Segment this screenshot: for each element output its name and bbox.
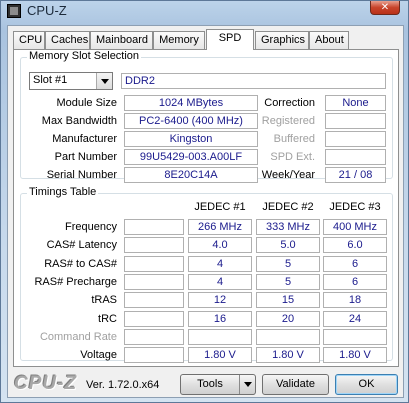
slot-select[interactable]: Slot #1 bbox=[29, 72, 113, 90]
registered-value bbox=[325, 113, 386, 129]
correction-label: Correction bbox=[264, 97, 315, 109]
timing-row-label: tRAS bbox=[91, 294, 117, 307]
validate-button[interactable]: Validate bbox=[262, 374, 329, 395]
client-area: CPU Caches Mainboard Memory SPD Graphics… bbox=[7, 25, 404, 398]
tab-caches[interactable]: Caches bbox=[45, 31, 90, 49]
timing-value-jedec-2 bbox=[256, 328, 320, 345]
timing-value-jedec-3: 18 bbox=[323, 292, 387, 309]
chevron-down-icon[interactable] bbox=[239, 375, 255, 394]
ok-button[interactable]: OK bbox=[335, 374, 398, 395]
cpuz-app-icon bbox=[7, 4, 21, 18]
timing-value-jedec-3: 6.0 bbox=[323, 237, 387, 254]
timing-value-jedec-2: 15 bbox=[256, 292, 320, 309]
tab-cpu[interactable]: CPU bbox=[13, 31, 45, 49]
timing-row-spacer-field bbox=[124, 219, 184, 235]
slot-select-value: Slot #1 bbox=[33, 74, 68, 86]
timing-value-jedec-2: 333 MHz bbox=[256, 219, 320, 235]
timing-row-label: RAS# Precharge bbox=[34, 275, 117, 288]
timing-value-jedec-1: 4.0 bbox=[188, 237, 252, 254]
timing-value-jedec-2: 1.80 V bbox=[256, 347, 320, 364]
timing-row-spacer-field bbox=[124, 237, 184, 254]
serial-number-value: 8E20C14A bbox=[124, 167, 258, 183]
manufacturer-label: Manufacturer bbox=[52, 133, 117, 145]
timing-row-label: Voltage bbox=[80, 349, 117, 362]
week-year-label: Week/Year bbox=[261, 169, 315, 181]
tab-spd[interactable]: SPD bbox=[206, 29, 254, 50]
timing-row-spacer-field bbox=[124, 328, 184, 345]
manufacturer-value: Kingston bbox=[124, 131, 258, 147]
timings-table-group: Timings Table JEDEC #1 JEDEC #2 JEDEC #3… bbox=[20, 186, 393, 364]
timing-value-jedec-3: 6 bbox=[323, 273, 387, 290]
buffered-label: Buffered bbox=[273, 133, 315, 145]
timing-value-jedec-1: 12 bbox=[188, 292, 252, 309]
timing-value-jedec-3: 24 bbox=[323, 310, 387, 327]
timing-value-jedec-1: 4 bbox=[188, 255, 252, 272]
spd-ext-label: SPD Ext. bbox=[270, 151, 315, 163]
memory-slot-selection-group: Memory Slot Selection Slot #1 DDR2 Modul… bbox=[20, 50, 393, 183]
tab-graphics[interactable]: Graphics bbox=[255, 31, 309, 49]
timing-row-spacer-field bbox=[124, 310, 184, 327]
timings-table-legend: Timings Table bbox=[27, 186, 99, 198]
footer-bar: CPU-Z Ver. 1.72.0.x64 Tools Validate OK bbox=[8, 369, 405, 399]
timing-value-jedec-3 bbox=[323, 328, 387, 345]
column-header-jedec-2: JEDEC #2 bbox=[262, 201, 314, 213]
spd-panel: Memory Slot Selection Slot #1 DDR2 Modul… bbox=[13, 49, 399, 367]
cpuz-logo: CPU-Z bbox=[14, 373, 78, 394]
timing-value-jedec-2: 5 bbox=[256, 273, 320, 290]
tools-button-label: Tools bbox=[197, 378, 223, 390]
timing-value-jedec-1: 4 bbox=[188, 273, 252, 290]
timing-row-label: tRC bbox=[98, 312, 117, 325]
timing-row-spacer-field bbox=[124, 292, 184, 309]
timing-value-jedec-1 bbox=[188, 328, 252, 345]
tools-button[interactable]: Tools bbox=[180, 374, 256, 395]
timing-row-label: RAS# to CAS# bbox=[44, 257, 117, 270]
tab-about[interactable]: About bbox=[309, 31, 349, 49]
timing-value-jedec-1: 266 MHz bbox=[188, 219, 252, 235]
registered-label: Registered bbox=[261, 115, 315, 127]
serial-number-label: Serial Number bbox=[46, 169, 117, 181]
part-number-label: Part Number bbox=[54, 151, 117, 163]
timing-row-spacer-field bbox=[124, 347, 184, 364]
timing-row-spacer-field bbox=[124, 273, 184, 290]
timing-value-jedec-1: 16 bbox=[188, 310, 252, 327]
cpuz-window: CPU-Z ✕ CPU Caches Mainboard Memory SPD … bbox=[0, 0, 409, 403]
max-bandwidth-value: PC2-6400 (400 MHz) bbox=[124, 113, 258, 129]
module-size-value: 1024 MBytes bbox=[124, 95, 258, 111]
spd-ext-value bbox=[325, 149, 386, 165]
correction-value: None bbox=[325, 95, 386, 111]
buffered-value bbox=[325, 131, 386, 147]
timing-row-label: Frequency bbox=[65, 221, 117, 233]
week-year-value: 21 / 08 bbox=[325, 167, 386, 183]
timing-value-jedec-2: 5.0 bbox=[256, 237, 320, 254]
column-header-jedec-3: JEDEC #3 bbox=[329, 201, 381, 213]
timing-value-jedec-1: 1.80 V bbox=[188, 347, 252, 364]
timing-row-spacer-field bbox=[124, 255, 184, 272]
module-size-label: Module Size bbox=[56, 97, 117, 109]
max-bandwidth-label: Max Bandwidth bbox=[41, 115, 117, 127]
part-number-value: 99U5429-003.A00LF bbox=[124, 149, 258, 165]
column-header-jedec-1: JEDEC #1 bbox=[194, 201, 246, 213]
chevron-down-icon[interactable] bbox=[96, 73, 112, 89]
tab-memory[interactable]: Memory bbox=[153, 31, 205, 49]
timing-value-jedec-2: 5 bbox=[256, 255, 320, 272]
window-title: CPU-Z bbox=[27, 3, 67, 18]
timing-value-jedec-3: 1.80 V bbox=[323, 347, 387, 364]
timing-value-jedec-3: 400 MHz bbox=[323, 219, 387, 235]
timing-row-label: CAS# Latency bbox=[46, 239, 117, 252]
version-label: Ver. 1.72.0.x64 bbox=[86, 379, 160, 391]
timing-value-jedec-3: 6 bbox=[323, 255, 387, 272]
tab-mainboard[interactable]: Mainboard bbox=[90, 31, 153, 49]
timing-row-label: Command Rate bbox=[39, 330, 117, 343]
title-bar[interactable]: CPU-Z ✕ bbox=[1, 1, 408, 21]
memory-type-field: DDR2 bbox=[121, 73, 386, 89]
memory-slot-selection-legend: Memory Slot Selection bbox=[27, 50, 142, 62]
close-button[interactable]: ✕ bbox=[370, 1, 400, 15]
timing-value-jedec-2: 20 bbox=[256, 310, 320, 327]
